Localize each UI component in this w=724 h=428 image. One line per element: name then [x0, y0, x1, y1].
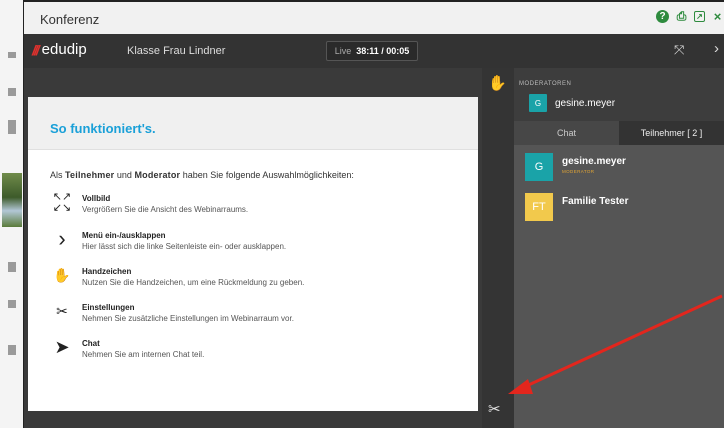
- titlebar-icons: ? ⎙ ↗ ×: [656, 9, 724, 24]
- help-item-title: Einstellungen: [82, 303, 135, 312]
- help-item-title: Vollbild: [82, 194, 111, 203]
- tab-participants[interactable]: Teilnehmer [ 2 ]: [619, 121, 724, 145]
- bg-block: [8, 300, 16, 308]
- intro-and: und: [116, 170, 132, 180]
- bg-block: [8, 262, 16, 272]
- tools-icon: ✂: [56, 303, 68, 319]
- help-item-menu: › Menü ein-/ausklappen Hier lässt sich d…: [50, 226, 287, 252]
- window-title: Konferenz: [40, 12, 100, 27]
- conference-window: Konferenz ? ⎙ ↗ × /// edudip Klasse Frau…: [24, 0, 724, 428]
- help-item-hand: ✋ Handzeichen Nutzen Sie die Handzeichen…: [50, 265, 304, 287]
- external-window-icon[interactable]: ↗: [694, 11, 705, 22]
- intro-role-moderator: Moderator: [134, 170, 181, 180]
- help-item-text: Nehmen Sie am internen Chat teil.: [82, 350, 205, 359]
- moderator-row: G gesine.meyer: [529, 94, 615, 112]
- bg-block: [8, 120, 16, 134]
- help-title: So funktioniert's.: [50, 121, 156, 136]
- intro-prefix: Als: [50, 170, 63, 180]
- chevron-right-icon: ›: [58, 226, 66, 251]
- participant-role: MODERATOR: [562, 169, 595, 174]
- tab-chat[interactable]: Chat: [514, 121, 619, 145]
- help-icon[interactable]: ?: [656, 10, 669, 23]
- moderator-name: gesine.meyer: [555, 97, 616, 109]
- background-page-strip: [0, 0, 24, 428]
- participant-name: Familie Tester: [562, 196, 629, 207]
- avatar: G: [529, 94, 547, 112]
- screenshot-root: Konferenz ? ⎙ ↗ × /// edudip Klasse Frau…: [0, 0, 724, 428]
- help-panel-header: So funktioniert's.: [28, 97, 478, 150]
- participant-list: G gesine.meyer MODERATOR FT Familie Test…: [514, 145, 724, 428]
- participant-name: gesine.meyer: [562, 156, 626, 167]
- help-item-title: Menü ein-/ausklappen: [82, 231, 166, 240]
- chevron-right-icon[interactable]: ›: [714, 40, 719, 57]
- bg-image-thumbnail: [2, 173, 22, 227]
- window-titlebar: Konferenz ? ⎙ ↗ ×: [24, 0, 724, 34]
- help-item-title: Chat: [82, 339, 100, 348]
- stage-area: So funktioniert's. Als Teilnehmer und Mo…: [24, 68, 482, 428]
- fullscreen-icon[interactable]: ⤧: [674, 42, 684, 58]
- bg-block: [8, 345, 16, 355]
- close-icon[interactable]: ×: [711, 9, 724, 24]
- tools-icon[interactable]: ✂: [488, 400, 501, 418]
- hand-icon: ✋: [53, 267, 71, 283]
- help-item-text: Hier lässt sich die linke Seitenleiste e…: [82, 242, 287, 251]
- live-label: Live: [334, 46, 352, 56]
- help-item-text: Nutzen Sie die Handzeichen, um eine Rück…: [82, 278, 305, 287]
- class-name: Klasse Frau Lindner: [127, 45, 226, 57]
- hand-icon[interactable]: ✋: [488, 74, 507, 92]
- bg-block: [8, 88, 16, 96]
- live-time: 38:11 / 00:05: [356, 46, 410, 56]
- intro-suffix: haben Sie folgende Auswahlmöglichkeiten:: [182, 170, 354, 180]
- list-item[interactable]: FT Familie Tester: [525, 193, 629, 221]
- live-timer: Live 38:11 / 00:05: [326, 41, 418, 61]
- moderators-label: MODERATOREN: [519, 81, 572, 87]
- send-icon: ➤: [54, 337, 70, 357]
- tool-strip: ✋ ✂: [482, 68, 514, 428]
- edudip-logo: /// edudip: [32, 41, 87, 58]
- avatar: FT: [525, 193, 553, 221]
- help-item-text: Vergrößern Sie die Ansicht des Webinarra…: [82, 205, 249, 214]
- right-sidebar: MODERATOREN G gesine.meyer Chat Teilnehm…: [514, 68, 724, 428]
- help-item-text: Nehmen Sie zusätzliche Einstellungen im …: [82, 314, 294, 323]
- sidebar-tabs: Chat Teilnehmer [ 2 ]: [514, 121, 724, 145]
- bg-block: [8, 52, 16, 58]
- list-item[interactable]: G gesine.meyer MODERATOR: [525, 153, 626, 181]
- logo-mark-icon: ///: [32, 41, 40, 58]
- print-icon[interactable]: ⎙: [675, 9, 688, 23]
- avatar: G: [525, 153, 553, 181]
- app-header: /// edudip Klasse Frau Lindner Live 38:1…: [24, 34, 724, 68]
- help-item-chat: ➤ Chat Nehmen Sie am internen Chat teil.: [50, 337, 204, 359]
- help-item-fullscreen: ↖↗ ↙↘ Vollbild Vergrößern Sie die Ansicht…: [50, 191, 249, 215]
- fullscreen-icon: ↖↗ ↙↘: [52, 191, 72, 214]
- help-item-title: Handzeichen: [82, 267, 132, 276]
- logo-text: edudip: [41, 41, 87, 58]
- intro-role-participant: Teilnehmer: [65, 170, 115, 180]
- help-intro: Als Teilnehmer und Moderator haben Sie f…: [50, 170, 354, 180]
- help-item-settings: ✂ Einstellungen Nehmen Sie zusätzliche E…: [50, 301, 294, 323]
- help-panel: So funktioniert's. Als Teilnehmer und Mo…: [28, 97, 478, 411]
